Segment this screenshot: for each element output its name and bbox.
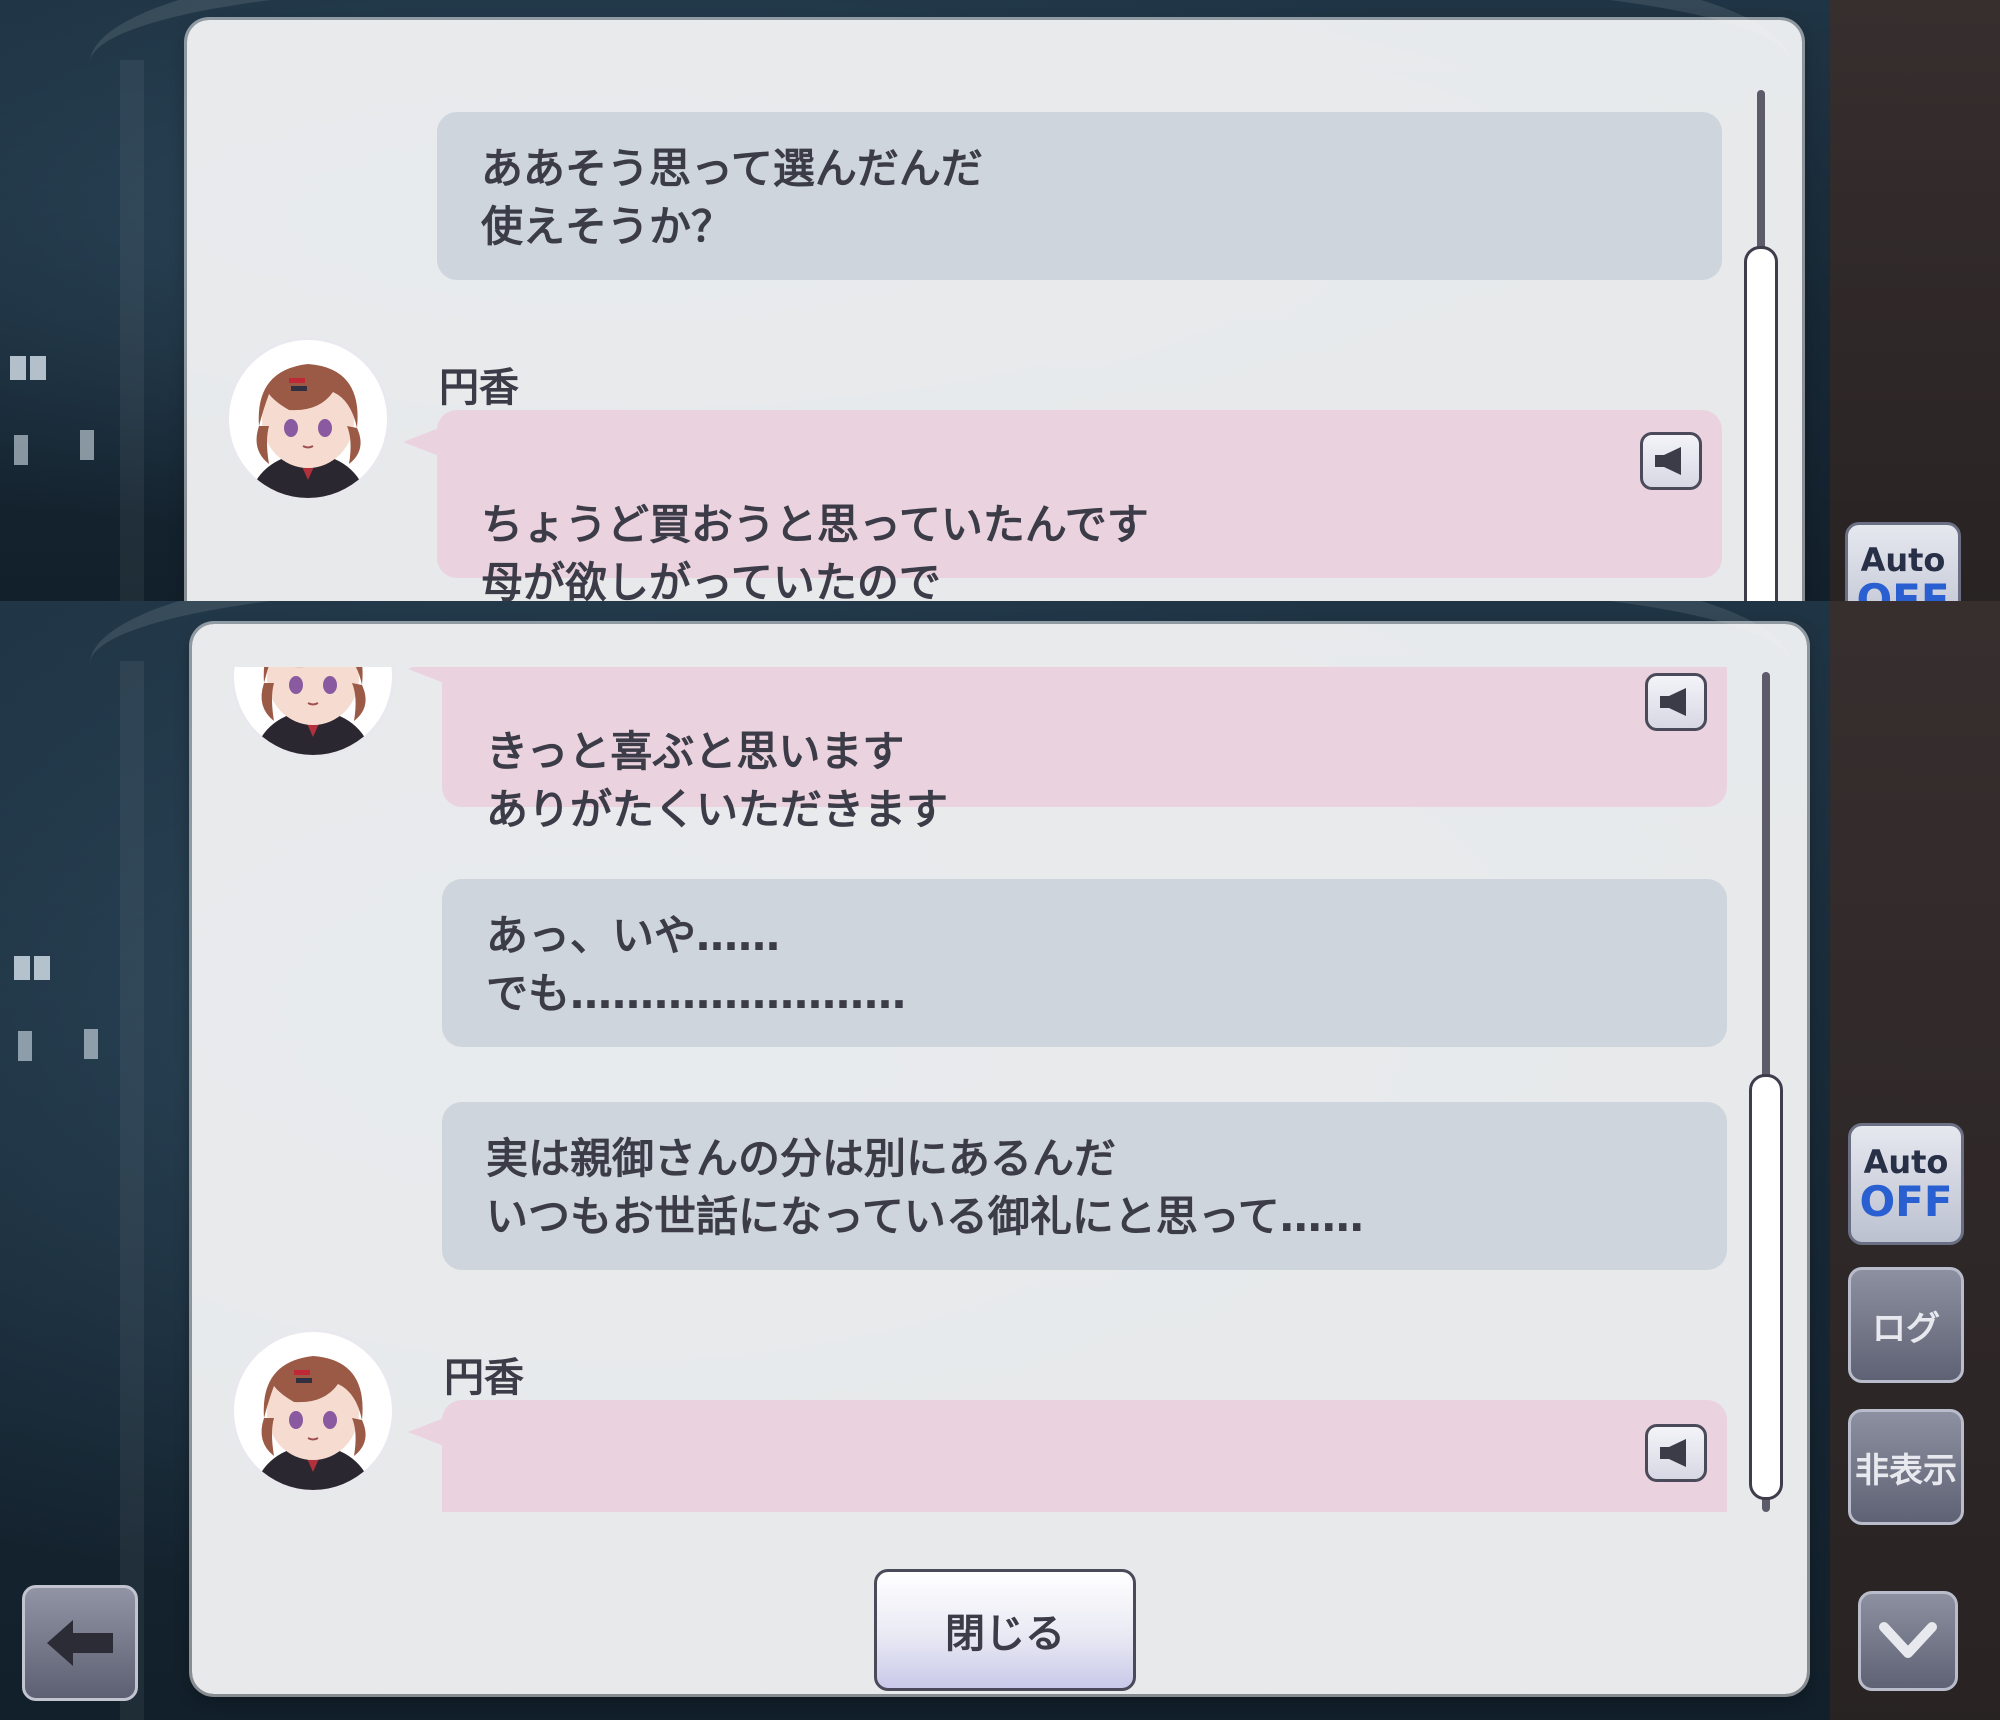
background-pillar: [120, 60, 144, 601]
scroll-down-button[interactable]: [1858, 1591, 1958, 1691]
voice-replay-button[interactable]: [1645, 673, 1707, 731]
madoka-portrait-icon: [254, 1356, 372, 1490]
chevron-down-icon: [1879, 1622, 1937, 1658]
auto-button[interactable]: Auto OFF: [1845, 522, 1961, 601]
speaker-name: 円香: [444, 1355, 524, 1401]
scroll-thumb[interactable]: [1744, 246, 1778, 601]
message-log-panel: きっと喜ぶと思います ありがたくいただきます あっ、いや…… でも……………………: [192, 624, 1807, 1694]
log-label: ログ: [1872, 1308, 1940, 1349]
speaker-icon: [1660, 1439, 1686, 1467]
madoka-portrait-icon: [254, 667, 372, 755]
close-button[interactable]: 閉じる: [874, 1569, 1136, 1691]
speaker-icon: [1655, 447, 1681, 475]
bottom-screen: きっと喜ぶと思います ありがたくいただきます あっ、いや…… でも……………………: [0, 601, 2000, 1720]
player-message: ああそう思って選んだんだ 使えそうか？: [437, 112, 1722, 280]
voice-replay-button[interactable]: [1640, 432, 1702, 490]
scroll-thumb[interactable]: [1749, 1074, 1783, 1500]
madoka-avatar: [234, 1332, 392, 1490]
background-sign: [14, 435, 28, 465]
character-message: ちょうど買おうと思っていたんです 母が欲しがっていたので: [403, 410, 1722, 601]
message-list[interactable]: ああそう思って選んだんだ 使えそうか？ 円香 ちょうど買おうと思っていたんです …: [187, 20, 1802, 601]
message-text: きっと喜ぶと思います ありがたくいただきます: [486, 727, 949, 834]
auto-label: Auto: [1860, 541, 1946, 579]
background-pillar: [120, 661, 144, 1720]
hide-label: 非表示: [1855, 1450, 1957, 1491]
message-list[interactable]: きっと喜ぶと思います ありがたくいただきます あっ、いや…… でも……………………: [192, 667, 1807, 1512]
background-window: [10, 356, 26, 380]
player-message: 実は親御さんの分は別にあるんだ いつもお世話になっている御礼にと思って……: [442, 1102, 1727, 1270]
auto-label: Auto: [1863, 1143, 1949, 1181]
madoka-portrait-icon: [249, 364, 367, 498]
hide-button[interactable]: 非表示: [1848, 1409, 1964, 1525]
auto-button[interactable]: Auto OFF: [1848, 1123, 1964, 1245]
scrollbar[interactable]: [1744, 68, 1778, 601]
background-window: [30, 356, 46, 380]
auto-state: OFF: [1856, 575, 1950, 602]
background-sign: [84, 1029, 98, 1059]
log-button[interactable]: ログ: [1848, 1267, 1964, 1383]
auto-state: OFF: [1859, 1177, 1953, 1226]
character-message: きっと喜ぶと思います ありがたくいただきます: [408, 667, 1727, 834]
arrow-left-icon: [47, 1620, 113, 1666]
message-log-panel: ああそう思って選んだんだ 使えそうか？ 円香 ちょうど買おうと思っていたんです …: [187, 20, 1802, 601]
character-message: ……………… うわ……: [408, 1400, 1727, 1512]
speaker-icon: [1660, 688, 1686, 716]
speaker-name: 円香: [439, 365, 519, 411]
background-sign: [80, 430, 94, 460]
message-text: ……………… うわ……: [486, 1490, 738, 1512]
message-text: ちょうど買おうと思っていたんです 母が欲しがっていたので: [481, 500, 1149, 601]
background-window: [14, 956, 30, 980]
top-screen: ああそう思って選んだんだ 使えそうか？ 円香 ちょうど買おうと思っていたんです …: [0, 0, 2000, 601]
voice-replay-button[interactable]: [1645, 1424, 1707, 1482]
madoka-avatar: [229, 340, 387, 498]
background-sign: [18, 1031, 32, 1061]
scrollbar[interactable]: [1749, 672, 1783, 1512]
back-button[interactable]: [22, 1585, 138, 1701]
background-window: [34, 956, 50, 980]
madoka-avatar: [234, 667, 392, 755]
player-message: あっ、いや…… でも……………………: [442, 879, 1727, 1047]
background-wall: [1830, 0, 2000, 601]
